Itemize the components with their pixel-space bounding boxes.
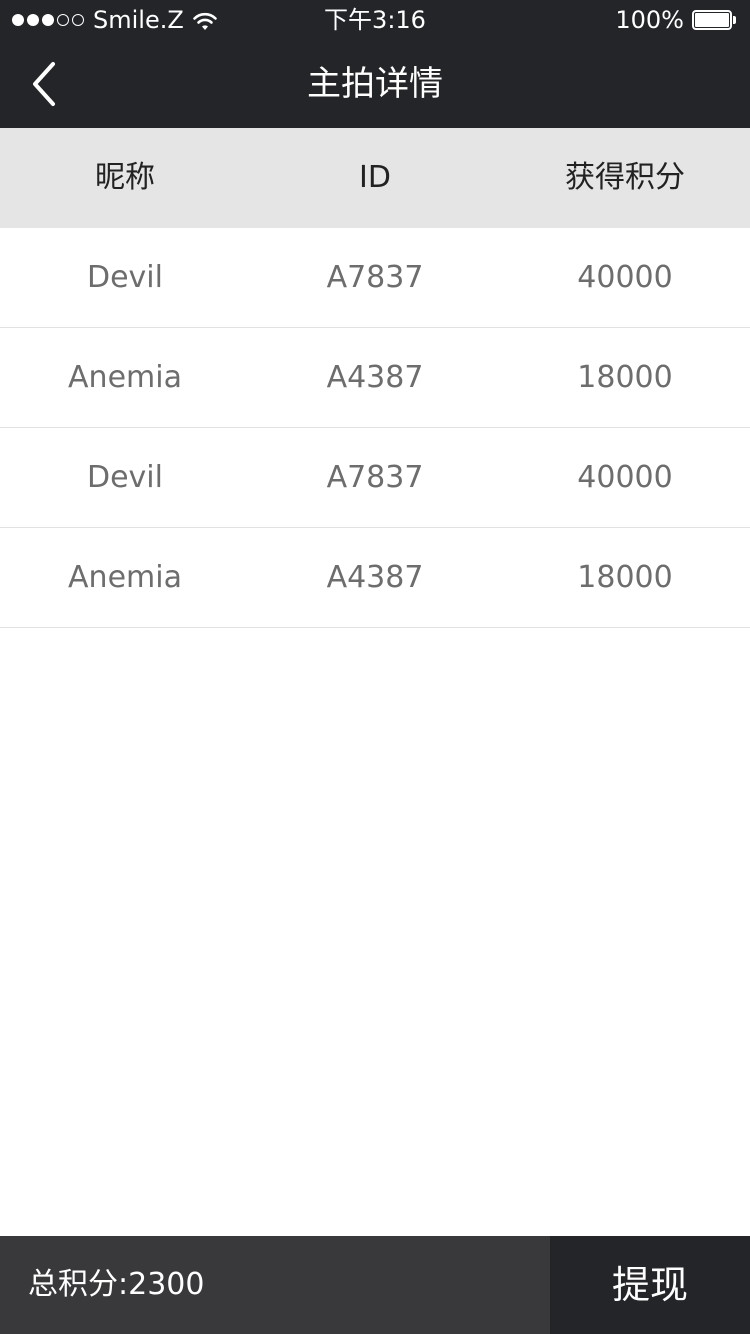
cell-id: A7837 — [326, 260, 424, 295]
table-row[interactable]: Anemia A4387 18000 — [0, 528, 750, 628]
carrier-name: Smile.Z — [93, 6, 184, 34]
signal-dot-icon — [42, 14, 54, 26]
table-header: 昵称 ID 获得积分 — [0, 128, 750, 228]
signal-dot-icon — [27, 14, 39, 26]
page-title: 主拍详情 — [307, 64, 443, 104]
cell-nickname: Devil — [87, 460, 163, 495]
cell-id: A4387 — [326, 360, 424, 395]
cell-points: 18000 — [577, 560, 673, 595]
status-bar: Smile.Z 下午3:16 100% — [0, 0, 750, 40]
column-header-id: ID — [359, 160, 391, 195]
cell-nickname: Anemia — [68, 560, 182, 595]
chevron-left-icon — [33, 62, 55, 106]
total-points-label: 总积分: — [28, 1267, 129, 1302]
signal-dot-empty-icon — [72, 14, 84, 26]
battery-icon — [692, 10, 738, 30]
cell-points: 40000 — [577, 260, 673, 295]
column-header-nickname: 昵称 — [95, 160, 155, 195]
withdraw-button[interactable]: 提现 — [550, 1236, 750, 1334]
status-left: Smile.Z — [12, 0, 218, 40]
table-row[interactable]: Devil A7837 40000 — [0, 428, 750, 528]
cell-nickname: Anemia — [68, 360, 182, 395]
cell-id: A7837 — [326, 460, 424, 495]
table-row[interactable]: Devil A7837 40000 — [0, 228, 750, 328]
cell-id: A4387 — [326, 560, 424, 595]
signal-dot-empty-icon — [57, 14, 69, 26]
cell-points: 18000 — [577, 360, 673, 395]
table-row[interactable]: Anemia A4387 18000 — [0, 328, 750, 428]
signal-dot-icon — [12, 14, 24, 26]
column-header-points: 获得积分 — [565, 160, 685, 195]
cell-nickname: Devil — [87, 260, 163, 295]
wifi-icon — [192, 10, 218, 30]
battery-percentage: 100% — [615, 6, 684, 34]
back-button[interactable] — [14, 50, 74, 118]
table-body: Devil A7837 40000 Anemia A4387 18000 Dev… — [0, 228, 750, 628]
cell-points: 40000 — [577, 460, 673, 495]
bottom-bar: 总积分:2300 提现 — [0, 1236, 750, 1334]
nav-bar: 主拍详情 — [0, 40, 750, 128]
total-points: 总积分:2300 — [0, 1236, 550, 1334]
status-right: 100% — [615, 0, 738, 40]
total-points-value: 2300 — [128, 1267, 205, 1302]
